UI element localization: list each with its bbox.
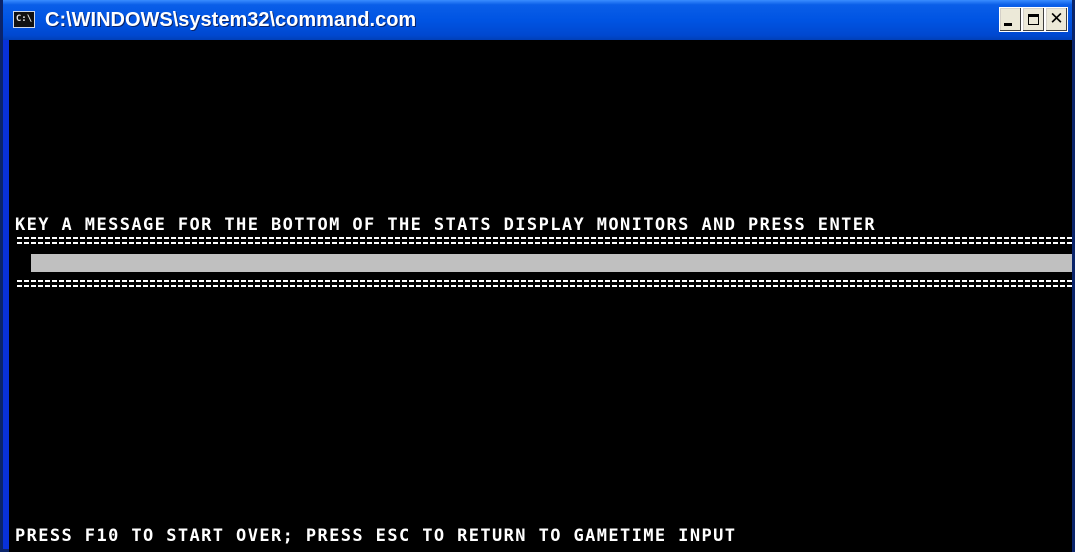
command-prompt-window: C:\ C:\WINDOWS\system32\command.com ✕ KE… [0, 0, 1075, 552]
close-icon: ✕ [1049, 8, 1064, 29]
close-button[interactable]: ✕ [1045, 7, 1068, 32]
title-bar[interactable]: C:\ C:\WINDOWS\system32\command.com ✕ [3, 0, 1072, 40]
maximize-button[interactable] [1022, 7, 1045, 32]
minimize-icon [1004, 23, 1012, 26]
message-prompt: KEY A MESSAGE FOR THE BOTTOM OF THE STAT… [15, 215, 876, 235]
minimize-button[interactable] [999, 7, 1022, 32]
maximize-icon [1028, 14, 1039, 25]
divider-top [17, 237, 1072, 245]
console-area[interactable]: KEY A MESSAGE FOR THE BOTTOM OF THE STAT… [9, 40, 1072, 552]
window-title: C:\WINDOWS\system32\command.com [45, 9, 417, 31]
console-window-icon[interactable]: C:\ [13, 11, 35, 28]
divider-bottom [17, 280, 1072, 288]
footer-instructions: PRESS F10 TO START OVER; PRESS ESC TO RE… [15, 526, 737, 546]
message-input[interactable] [31, 254, 1072, 272]
